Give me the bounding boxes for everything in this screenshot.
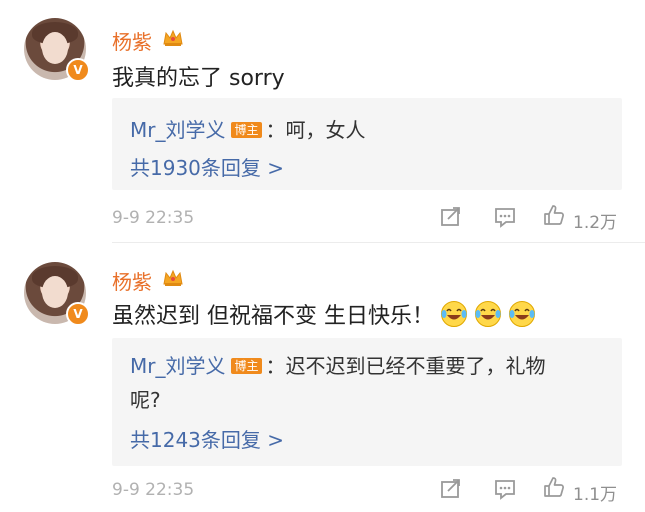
reply-line: Mr_刘学义 博主 ：呵，女人 bbox=[130, 114, 366, 143]
comment-text-content: 虽然迟到 但祝福不变 生日快乐！ bbox=[112, 304, 434, 329]
comment-icon[interactable] bbox=[494, 478, 516, 500]
laugh-cry-emoji-icon bbox=[475, 301, 501, 327]
thumb-up-icon[interactable] bbox=[543, 204, 565, 226]
reply-user[interactable]: Mr_刘学义 bbox=[130, 118, 225, 142]
comment-item: V 杨紫 虽然迟到 但祝福不变 生日快乐！ Mr_刘学义 博主 ：迟不迟到已经不重要… bbox=[0, 246, 645, 512]
reply-text: ：呵，女人 bbox=[265, 118, 366, 142]
like-count: 1.2万 bbox=[573, 213, 618, 233]
verified-badge-icon: V bbox=[66, 302, 90, 326]
reply-line: Mr_刘学义 博主 ：迟不迟到已经不重要了，礼物 bbox=[130, 350, 546, 379]
reply-text-line2: 呢? bbox=[130, 388, 161, 412]
thumb-up-icon[interactable] bbox=[543, 476, 565, 498]
reply-box[interactable]: Mr_刘学义 博主 ：呵，女人 共1930条回复 > bbox=[112, 98, 622, 190]
laugh-cry-emoji-icon bbox=[509, 301, 535, 327]
avatar[interactable]: V bbox=[24, 262, 90, 326]
like-count: 1.1万 bbox=[573, 485, 618, 505]
reply-user[interactable]: Mr_刘学义 bbox=[130, 354, 225, 378]
blogger-tag: 博主 bbox=[231, 122, 262, 138]
divider bbox=[112, 242, 645, 243]
more-replies-link[interactable]: 共1930条回复 > bbox=[130, 152, 284, 181]
comment-author[interactable]: 杨紫 bbox=[112, 266, 152, 295]
avatar[interactable]: V bbox=[24, 18, 90, 82]
reply-box[interactable]: Mr_刘学义 博主 ：迟不迟到已经不重要了，礼物 呢? 共1243条回复 > bbox=[112, 338, 622, 466]
share-icon[interactable] bbox=[440, 478, 462, 500]
comment-item: V 杨紫 我真的忘了 sorry Mr_刘学义 博主 ：呵，女人 共1930条回复 … bbox=[0, 0, 645, 246]
more-replies-link[interactable]: 共1243条回复 > bbox=[130, 424, 284, 453]
comment-author[interactable]: 杨紫 bbox=[112, 26, 152, 55]
timestamp: 9-9 22:35 bbox=[112, 208, 195, 228]
comment-text: 我真的忘了 sorry bbox=[112, 66, 285, 91]
reply-text: ：迟不迟到已经不重要了，礼物 bbox=[265, 354, 546, 378]
share-icon[interactable] bbox=[440, 206, 462, 228]
vip-crown-icon bbox=[163, 269, 183, 286]
timestamp: 9-9 22:35 bbox=[112, 480, 195, 500]
blogger-tag: 博主 bbox=[231, 358, 262, 374]
verified-badge-icon: V bbox=[66, 58, 90, 82]
vip-crown-icon bbox=[163, 29, 183, 46]
laugh-cry-emoji-icon bbox=[441, 301, 467, 327]
comment-text: 虽然迟到 但祝福不变 生日快乐！ bbox=[112, 298, 536, 330]
comment-icon[interactable] bbox=[494, 206, 516, 228]
